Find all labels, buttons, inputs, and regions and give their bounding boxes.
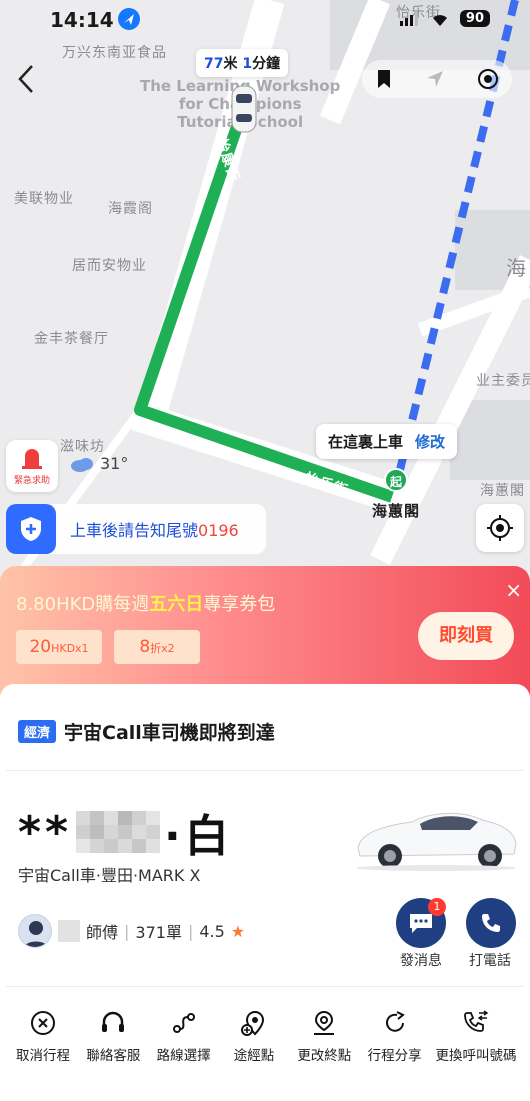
divider <box>6 770 524 771</box>
divider <box>6 986 524 987</box>
edit-pickup-link[interactable]: 修改 <box>415 433 445 451</box>
status-text: 宇宙Call車司機即將到達 <box>64 722 275 744</box>
map-tools <box>362 60 512 98</box>
route-icon <box>172 1013 195 1033</box>
cancel-trip-button[interactable]: 取消行程 <box>8 1006 78 1064</box>
message-label: 發消息 <box>400 953 442 969</box>
economy-tag: 經濟 <box>18 720 57 743</box>
customer-service-button[interactable]: 聯絡客服 <box>78 1006 148 1064</box>
vehicle-description: 宇宙Call車·豐田·MARK X <box>18 866 201 885</box>
poi-label: 海 <box>506 256 527 280</box>
crosshair-icon <box>487 515 513 541</box>
call-button[interactable] <box>466 898 516 948</box>
poi-label: 海霞阁 <box>108 201 153 217</box>
tail-number-notice: 上車後請告知尾號0196 <box>6 504 266 554</box>
back-button[interactable] <box>12 62 46 96</box>
driver-orders: 371單 <box>135 923 182 942</box>
route-select-button[interactable]: 路線選擇 <box>149 1006 219 1064</box>
location-arrow-icon <box>118 8 140 30</box>
locate-me-button[interactable] <box>476 504 524 552</box>
close-icon[interactable]: × <box>505 578 522 602</box>
car-marker-icon <box>231 85 257 133</box>
alarm-icon <box>22 449 42 469</box>
destination-icon <box>314 1010 335 1035</box>
poi-label: 滋味坊 <box>60 439 105 455</box>
phone-swap-icon <box>464 1010 489 1032</box>
change-call-number-button[interactable]: 更換呼叫號碼 <box>430 1006 522 1064</box>
eta-chip: 77米 1分鐘 <box>196 49 289 77</box>
trip-toolbar: 取消行程 聯絡客服 路線選擇 途經點 更改終點 行程分享 更換呼叫號碼 <box>0 1006 530 1064</box>
poi-label: 金丰茶餐厅 <box>34 331 109 347</box>
call-label: 打電話 <box>469 953 511 969</box>
star-icon: ★ <box>230 921 246 941</box>
status-time: 14:14 <box>50 8 114 32</box>
target-icon[interactable] <box>476 67 500 91</box>
map-view[interactable]: 万兴东南亚食品 The Learning Workshop for Champi… <box>0 0 530 600</box>
share-trip-button[interactable]: 行程分享 <box>360 1006 430 1064</box>
poi-label: 万兴东南亚食品 <box>62 45 167 61</box>
chat-icon <box>410 914 432 933</box>
driver-title: 師傅 <box>86 923 119 942</box>
cancel-icon <box>31 1011 55 1035</box>
sos-button[interactable]: 緊急求助 <box>6 440 58 492</box>
headset-icon <box>102 1011 125 1032</box>
cloud-icon <box>71 457 93 472</box>
phone-icon <box>482 914 500 932</box>
promo-title: 8.80HKD購每週五六日專享券包 <box>16 594 276 615</box>
coupon-8off: 8折x2 <box>114 630 200 664</box>
driver-info[interactable]: 師傅 | 371單 | 4.5 ★ <box>18 914 245 948</box>
buy-now-button[interactable]: 即刻買 <box>418 612 514 660</box>
poi-label: 居而安物业 <box>72 258 147 274</box>
signal-icon <box>399 11 418 26</box>
navigate-icon[interactable] <box>425 69 445 89</box>
driver-avatar[interactable] <box>18 914 52 948</box>
destination-label: 海蕙閣 <box>372 502 421 520</box>
weather: 31° <box>70 454 128 473</box>
waypoint-button[interactable]: 途經點 <box>219 1006 289 1064</box>
poi-label: 业主委员 <box>476 373 530 389</box>
driver-rating: 4.5 <box>199 921 225 941</box>
poi-label: 海蕙閣 <box>480 483 525 499</box>
license-plate: ** ·白 <box>18 806 233 863</box>
add-waypoint-icon <box>240 1010 264 1036</box>
wifi-icon <box>432 14 447 26</box>
battery-indicator: 90 <box>459 10 490 27</box>
message-badge: 1 <box>428 898 446 916</box>
share-icon <box>385 1011 405 1032</box>
shield-icon <box>6 504 56 554</box>
plate-mosaic <box>76 811 161 853</box>
status-icons: 90 <box>399 10 490 27</box>
car-image <box>356 812 517 871</box>
start-pin: 起 <box>384 468 408 492</box>
change-destination-button[interactable]: 更改終點 <box>289 1006 359 1064</box>
pickup-point-chip[interactable]: 在這裏上車 修改 <box>316 424 458 459</box>
coupon-20hkd: 20HKDx1 <box>16 630 102 664</box>
poi-label: 美联物业 <box>14 191 74 207</box>
name-mosaic <box>58 920 80 942</box>
trip-status: 經濟 宇宙Call車司機即將到達 <box>18 718 275 745</box>
bookmark-icon[interactable] <box>374 68 394 90</box>
